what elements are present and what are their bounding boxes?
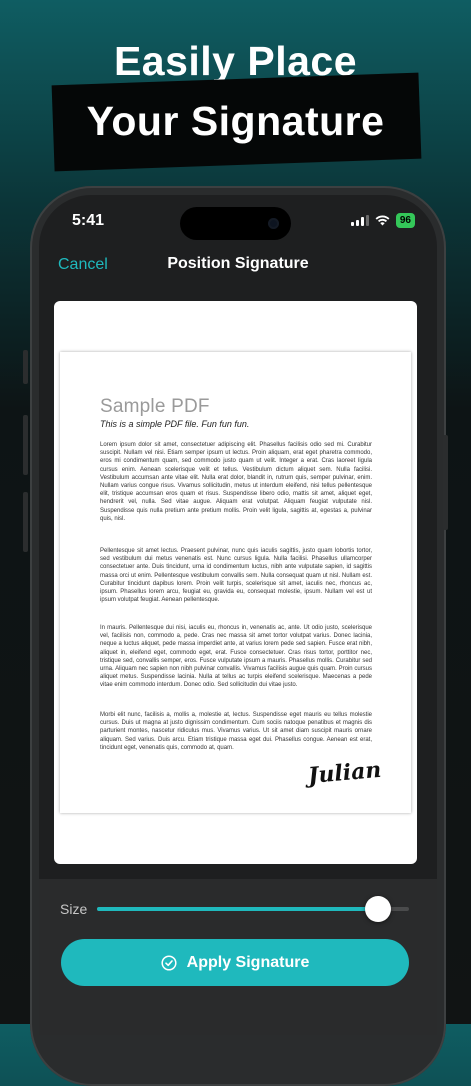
pdf-paragraph: Lorem ipsum dolor sit amet, consectetuer… — [100, 442, 372, 522]
pdf-paragraph: Morbi elit nunc, facilisis a, mollis a, … — [100, 712, 372, 751]
size-slider-thumb[interactable] — [364, 896, 391, 922]
signature-overlay[interactable]: Julian — [307, 757, 382, 789]
pdf-subtitle: This is a simple PDF file. Fun fun fun. — [100, 419, 250, 429]
pdf-page: Sample PDF This is a simple PDF file. Fu… — [60, 352, 411, 813]
apply-signature-button[interactable]: Apply Signature — [61, 939, 409, 986]
volume-up-button — [23, 415, 28, 475]
pdf-paragraph: In mauris. Pellentesque dui nisi, iaculi… — [100, 625, 372, 689]
size-slider[interactable] — [97, 896, 409, 922]
battery-icon: 96 — [395, 213, 415, 228]
pdf-paragraph: Pellentesque sit amet lectus. Praesent p… — [100, 548, 372, 604]
pdf-title: Sample PDF — [100, 396, 210, 417]
checkmark-circle-icon — [161, 954, 177, 971]
status-time: 5:41 — [72, 212, 105, 229]
apply-signature-label: Apply Signature — [186, 953, 310, 971]
power-button — [443, 435, 448, 530]
camera-icon — [268, 218, 279, 229]
page-title: Position Signature — [167, 255, 309, 272]
dynamic-island — [180, 207, 291, 240]
wifi-icon — [375, 215, 390, 226]
size-slider-fill — [97, 907, 378, 911]
status-indicators: 96 — [350, 213, 415, 228]
document-canvas: Sample PDF This is a simple PDF file. Fu… — [54, 301, 417, 864]
headline-line-2: Your Signature — [86, 98, 385, 144]
action-button — [23, 350, 28, 384]
app-screen: 5:41 96 Cancel Position Signature Sample… — [39, 195, 437, 1035]
volume-down-button — [23, 492, 28, 552]
size-label: Size — [60, 901, 88, 917]
cellular-signal-icon — [350, 215, 369, 226]
